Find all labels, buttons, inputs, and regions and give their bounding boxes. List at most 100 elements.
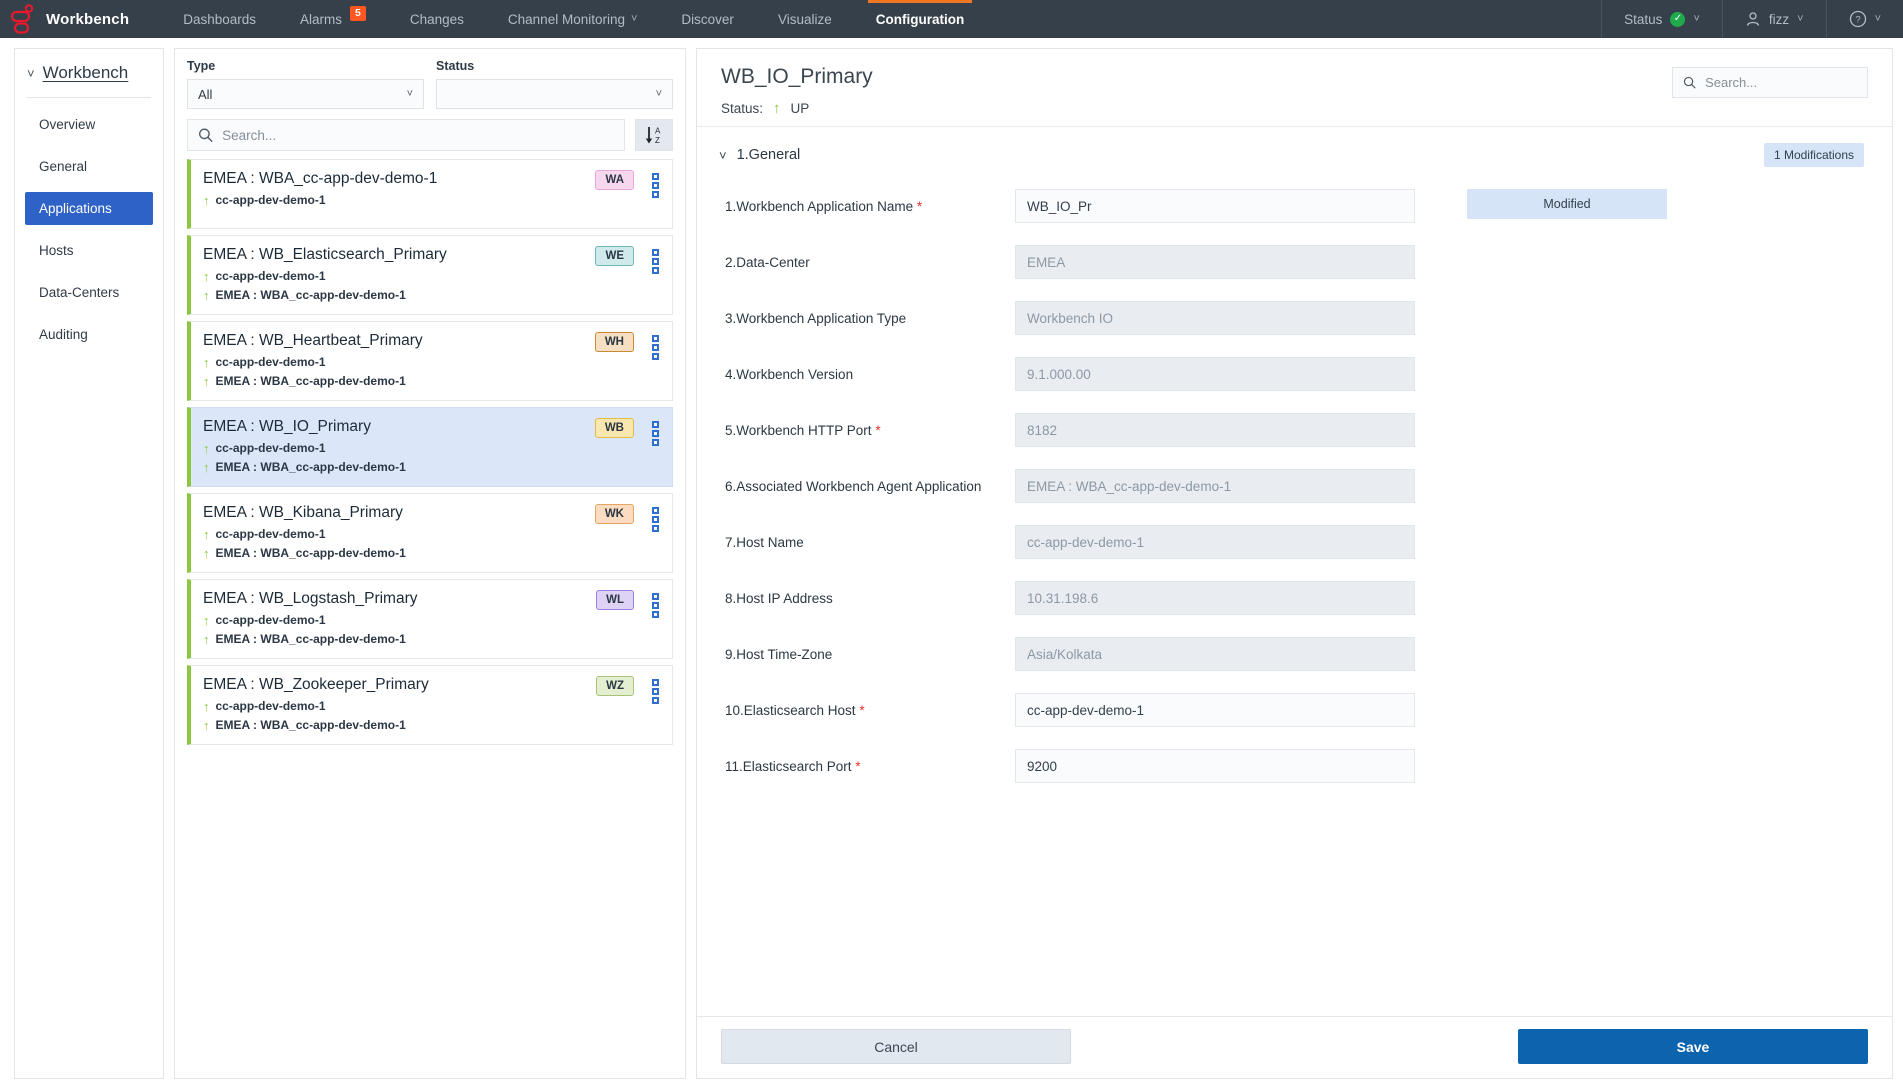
cancel-button[interactable]: Cancel — [721, 1029, 1071, 1064]
three-dots-menu-icon[interactable] — [648, 590, 662, 618]
nav-item-visualize[interactable]: Visualize — [756, 0, 854, 38]
form-row-workbench-application-name: 1.Workbench Application Name * WB_IO_Pr … — [697, 189, 1892, 223]
nav-item-discover[interactable]: Discover — [659, 0, 756, 38]
list-item[interactable]: EMEA : WB_Heartbeat_Primary ↑ cc-app-dev… — [187, 321, 673, 401]
save-button[interactable]: Save — [1518, 1029, 1868, 1064]
sort-alpha-asc-icon[interactable]: A Z — [635, 119, 673, 151]
three-dots-menu-icon[interactable] — [648, 418, 662, 446]
list-item[interactable]: EMEA : WB_Kibana_Primary ↑ cc-app-dev-de… — [187, 493, 673, 573]
list-item[interactable]: EMEA : WBA_cc-app-dev-demo-1 ↑ cc-app-de… — [187, 159, 673, 229]
field-label-text: 10.Elasticsearch Host — [725, 703, 856, 718]
arrow-up-icon: ↑ — [203, 440, 210, 456]
three-dots-menu-icon[interactable] — [648, 332, 662, 360]
sidebar-item-label: Applications — [39, 201, 112, 216]
list-search-input[interactable] — [222, 127, 614, 143]
help-menu[interactable]: ? ˅ — [1825, 0, 1903, 38]
list-item-subline-text: EMEA : WBA_cc-app-dev-demo-1 — [215, 460, 406, 474]
elasticsearch-port-input[interactable]: 9200 — [1015, 749, 1415, 783]
nav-item-configuration[interactable]: Configuration — [854, 0, 986, 38]
three-dots-menu-icon[interactable] — [648, 676, 662, 704]
detail-panel: WB_IO_Primary Status: ↑ UP ˅ 1.General 1 — [696, 48, 1893, 1079]
list-item[interactable]: EMEA : WB_Zookeeper_Primary ↑ cc-app-dev… — [187, 665, 673, 745]
list-item[interactable]: EMEA : WB_Logstash_Primary ↑ cc-app-dev-… — [187, 579, 673, 659]
form-row-workbench-version: 4.Workbench Version 9.1.000.00 — [697, 357, 1892, 391]
list-item-selected[interactable]: EMEA : WB_IO_Primary ↑ cc-app-dev-demo-1… — [187, 407, 673, 487]
section-header-general[interactable]: ˅ 1.General 1 Modifications — [697, 127, 1892, 167]
user-icon — [1746, 12, 1760, 26]
nav-right-cluster: Status ✓ ˅ fizz ˅ ? ˅ — [1601, 0, 1903, 38]
form-row-workbench-application-type: 3.Workbench Application Type Workbench I… — [697, 301, 1892, 335]
elasticsearch-host-input[interactable]: cc-app-dev-demo-1 — [1015, 693, 1415, 727]
arrow-up-icon: ↑ — [203, 698, 210, 714]
sidebar-header[interactable]: ˅ Workbench — [15, 63, 163, 83]
status-filter-group: Status ˅ — [436, 59, 673, 109]
data-center-input: EMEA — [1015, 245, 1415, 279]
status-filter-select[interactable]: ˅ — [436, 79, 673, 109]
page-layout: ˅ Workbench Overview General Application… — [0, 38, 1903, 1089]
sidebar-item-overview[interactable]: Overview — [25, 108, 153, 141]
detail-footer-actions: Cancel Save — [697, 1016, 1892, 1078]
applications-list[interactable]: EMEA : WBA_cc-app-dev-demo-1 ↑ cc-app-de… — [175, 159, 685, 1078]
list-item-subline-text: cc-app-dev-demo-1 — [215, 355, 326, 369]
sidebar-item-data-centers[interactable]: Data-Centers — [25, 276, 153, 309]
three-dots-menu-icon[interactable] — [648, 246, 662, 274]
list-item-subline: ↑ cc-app-dev-demo-1 — [203, 269, 585, 283]
nav-label: Discover — [681, 11, 734, 27]
sidebar-divider — [27, 97, 151, 98]
status-label: Status: — [721, 101, 764, 116]
list-item[interactable]: EMEA : WB_Elasticsearch_Primary ↑ cc-app… — [187, 235, 673, 315]
list-item-badge: WZ — [596, 676, 634, 696]
field-label: 5.Workbench HTTP Port * — [725, 413, 1015, 440]
list-item-subline-text: cc-app-dev-demo-1 — [215, 527, 326, 541]
field-label-text: 8.Host IP Address — [725, 591, 833, 606]
workbench-version-input: 9.1.000.00 — [1015, 357, 1415, 391]
nav-label: Configuration — [875, 11, 965, 27]
sidebar-item-label: Hosts — [39, 243, 74, 258]
field-label: 1.Workbench Application Name * — [725, 189, 1015, 216]
sidebar-item-auditing[interactable]: Auditing — [25, 318, 153, 351]
search-icon — [1683, 76, 1696, 89]
list-item-subline: ↑ cc-app-dev-demo-1 — [203, 441, 585, 455]
brand-title: Workbench — [46, 10, 130, 28]
sidebar-item-general[interactable]: General — [25, 150, 153, 183]
nav-item-changes[interactable]: Changes — [388, 0, 486, 38]
sidebar-item-applications[interactable]: Applications — [25, 192, 153, 225]
arrow-up-icon: ↑ — [203, 612, 210, 628]
list-filters: Type All ˅ Status ˅ Search... A Z — [175, 49, 685, 159]
status-menu[interactable]: Status ✓ ˅ — [1601, 0, 1722, 38]
nav-item-channel-monitoring[interactable]: Channel Monitoring ˅ — [486, 0, 660, 38]
applications-list-panel: Type All ˅ Status ˅ Search... A Z EMEA:… — [174, 48, 686, 1079]
list-item-subline: ↑ EMEA : WBA_cc-app-dev-demo-1 — [203, 288, 585, 302]
app-logo[interactable] — [0, 0, 46, 38]
three-dots-menu-icon[interactable] — [648, 504, 662, 532]
workbench-application-name-input[interactable]: WB_IO_Pr — [1015, 189, 1415, 223]
detail-search-box[interactable] — [1672, 67, 1868, 98]
list-search-box[interactable] — [187, 119, 625, 151]
field-label: 2.Data-Center — [725, 245, 1015, 272]
detail-search-input[interactable] — [1705, 75, 1857, 90]
required-asterisk: * — [855, 759, 861, 774]
nav-item-alarms[interactable]: Alarms 5 — [278, 0, 388, 38]
configuration-form[interactable]: ˅ 1.General 1 Modifications 1.Workbench … — [697, 126, 1892, 1016]
nav-item-dashboards[interactable]: Dashboards — [161, 0, 278, 38]
form-row-workbench-http-port: 5.Workbench HTTP Port * 8182 — [697, 413, 1892, 447]
list-item-badge: WL — [596, 590, 634, 610]
modifications-badge: 1 Modifications — [1763, 143, 1864, 167]
list-item-subline: ↑ EMEA : WBA_cc-app-dev-demo-1 — [203, 546, 585, 560]
sidebar-item-hosts[interactable]: Hosts — [25, 234, 153, 267]
chevron-down-icon[interactable]: ˅ — [719, 148, 727, 163]
form-row-host-ip-address: 8.Host IP Address 10.31.198.6 — [697, 581, 1892, 615]
list-item-subline-text: EMEA : WBA_cc-app-dev-demo-1 — [215, 374, 406, 388]
list-item-subline-text: EMEA : WBA_cc-app-dev-demo-1 — [215, 288, 406, 302]
arrow-up-icon: ↑ — [203, 373, 210, 389]
user-menu[interactable]: fizz ˅ — [1721, 0, 1826, 38]
list-item-name: EMEA : WBA_cc-app-dev-demo-1 — [203, 170, 438, 187]
nav-label: Dashboards — [183, 11, 256, 27]
page-title: WB_IO_Primary — [721, 65, 873, 88]
status-value: UP — [790, 101, 810, 116]
three-dots-menu-icon[interactable] — [648, 170, 662, 198]
type-filter-select[interactable]: All ˅ — [187, 79, 424, 109]
arrow-up-icon: ↑ — [203, 268, 210, 284]
field-label-text: 9.Host Time-Zone — [725, 647, 833, 662]
help-circle-icon: ? — [1849, 10, 1866, 28]
